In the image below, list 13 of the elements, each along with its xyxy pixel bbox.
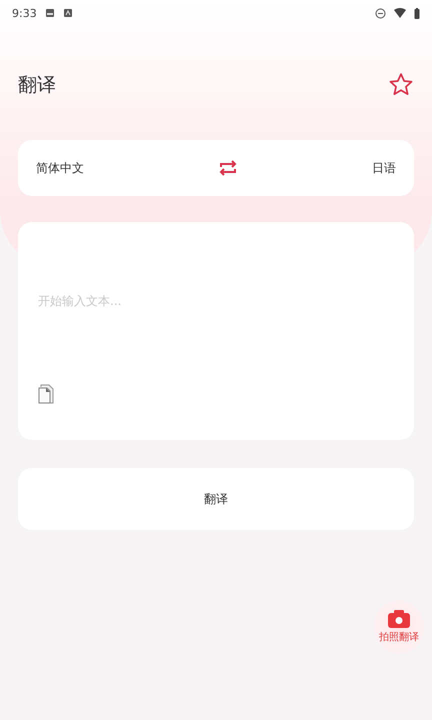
favorite-star-icon[interactable] (388, 72, 414, 98)
source-language[interactable]: 简体中文 (36, 160, 84, 176)
swap-icon[interactable] (217, 158, 239, 178)
wifi-icon (394, 8, 406, 18)
camera-icon (388, 610, 410, 628)
camera-translate-button[interactable]: 拍照翻译 (374, 600, 424, 654)
battery-icon (414, 8, 420, 18)
document-icon[interactable] (38, 384, 54, 404)
page-title: 翻译 (18, 73, 56, 98)
translate-button[interactable]: 翻译 (18, 468, 414, 530)
target-language[interactable]: 日语 (372, 160, 396, 176)
do-not-disturb-icon (375, 8, 386, 18)
status-time: 9:33 (12, 6, 37, 20)
